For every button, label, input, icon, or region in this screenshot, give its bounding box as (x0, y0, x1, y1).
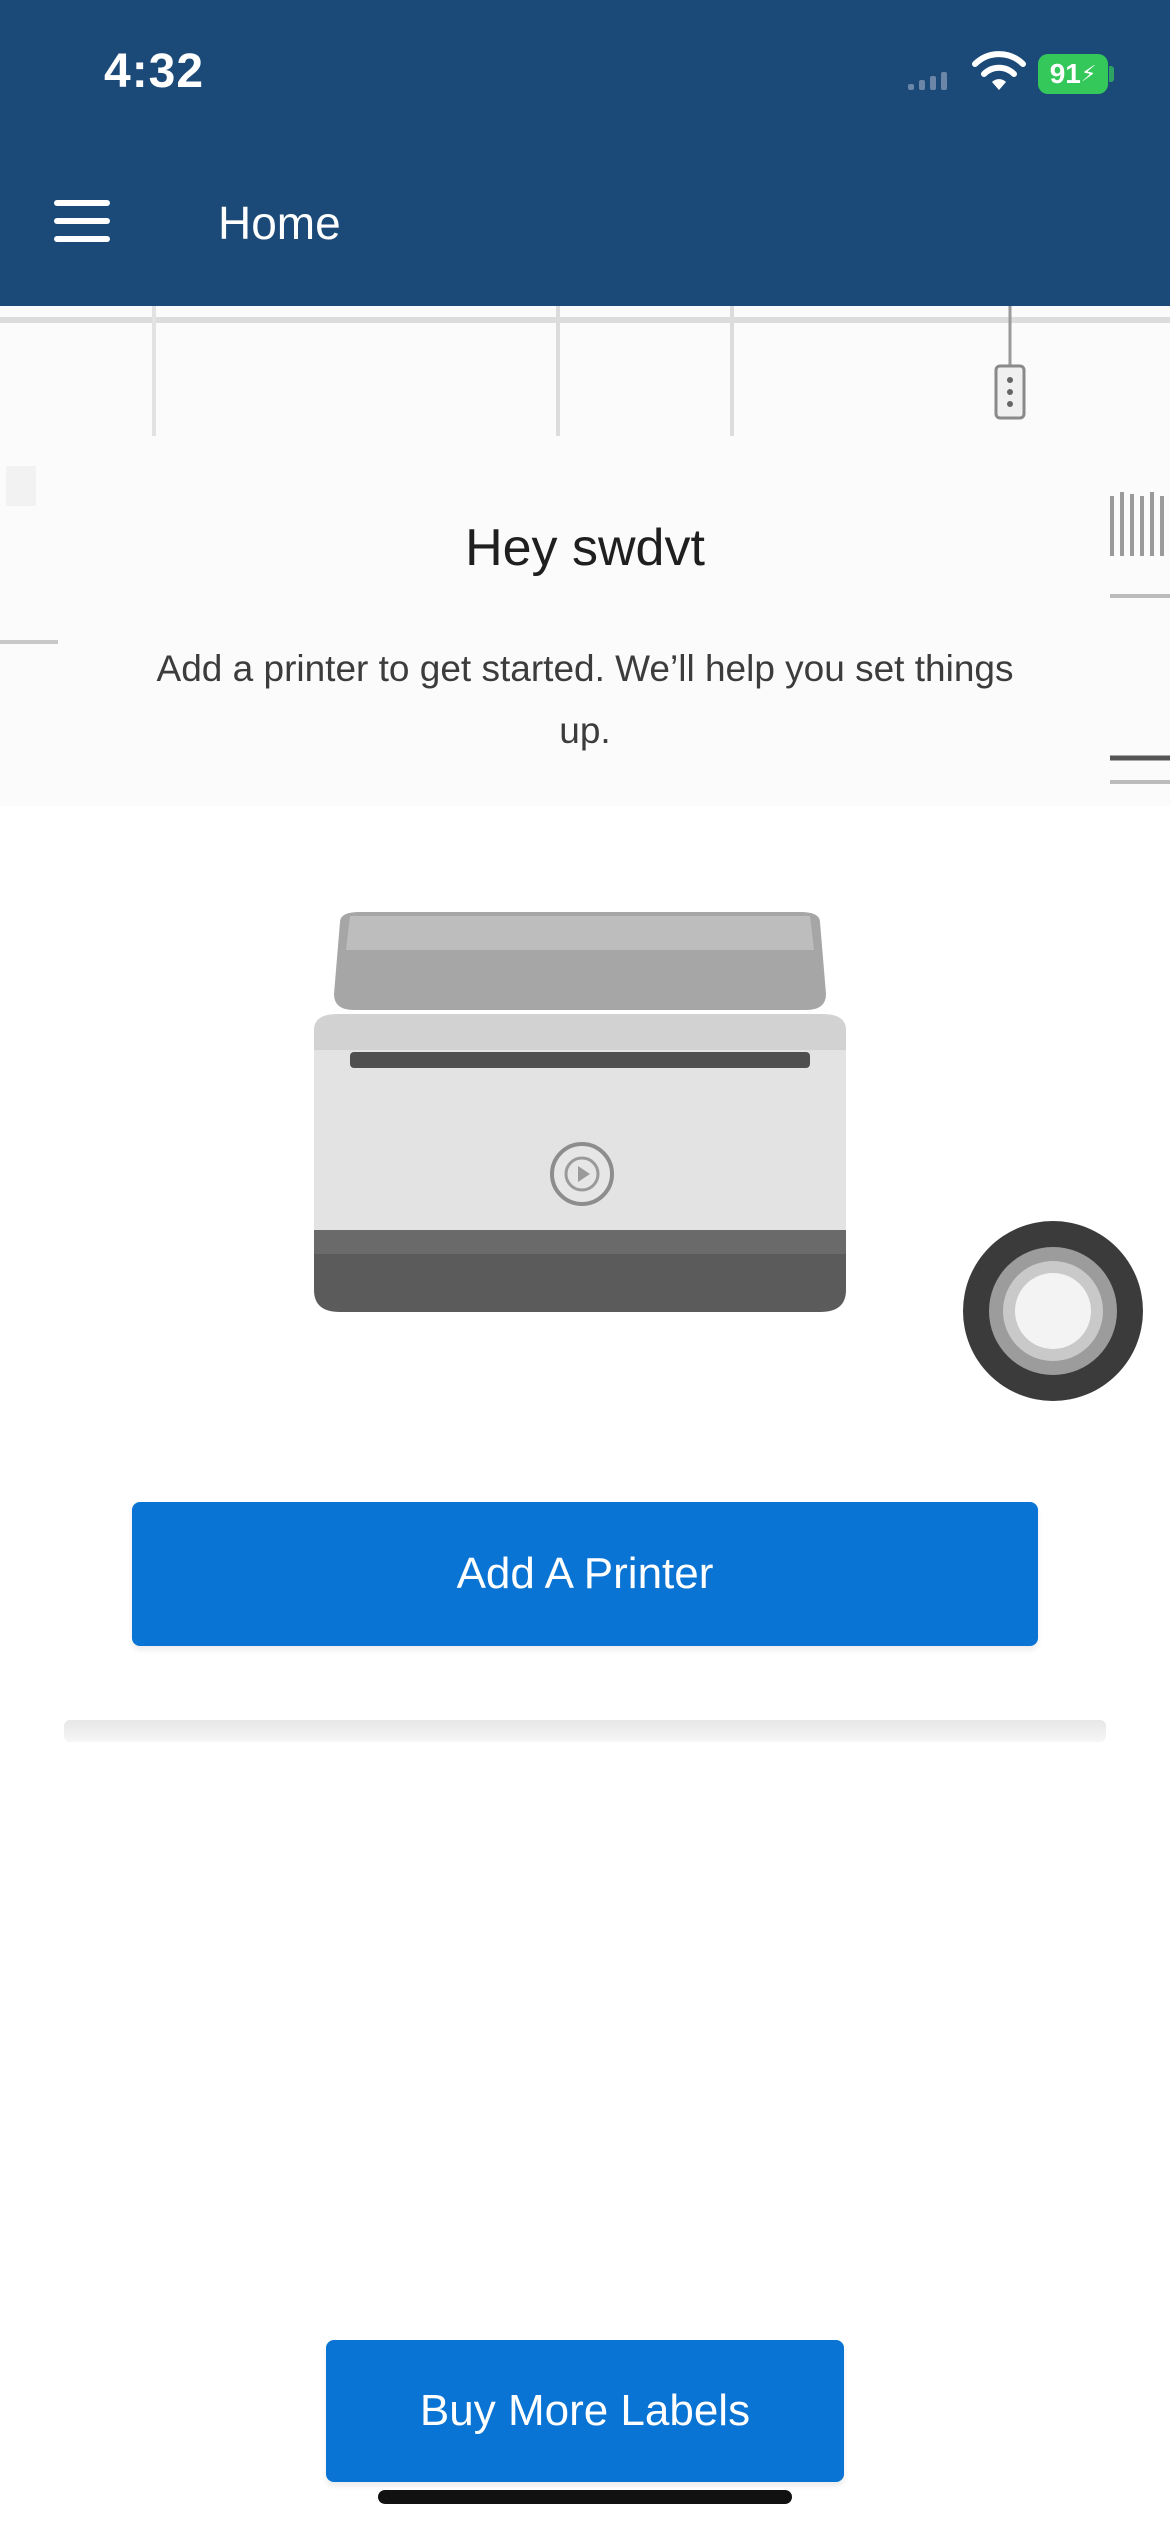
greeting-subtitle: Add a printer to get started. We’ll help… (156, 648, 1014, 751)
home-indicator (378, 2490, 792, 2504)
label-printer-illustration (314, 912, 846, 1312)
add-printer-button[interactable]: Add A Printer (132, 1502, 1038, 1646)
signal-icon (908, 72, 947, 90)
battery-charging-icon: 91 ⚡ (1038, 54, 1114, 94)
battery-level: 91 (1049, 58, 1081, 89)
wifi-icon (972, 51, 1026, 90)
status-time: 4:32 (104, 45, 205, 98)
card-shadow-divider (64, 1720, 1106, 1742)
buy-more-labels-button[interactable]: Buy More Labels (326, 2340, 844, 2482)
page-title: Home (218, 197, 341, 249)
hamburger-menu-icon[interactable] (54, 200, 110, 244)
label-roll-illustration (963, 1221, 1143, 1401)
greeting-title: Hey swdvt (465, 519, 705, 577)
app-header: 4:32 91 ⚡ Home (0, 0, 1170, 306)
